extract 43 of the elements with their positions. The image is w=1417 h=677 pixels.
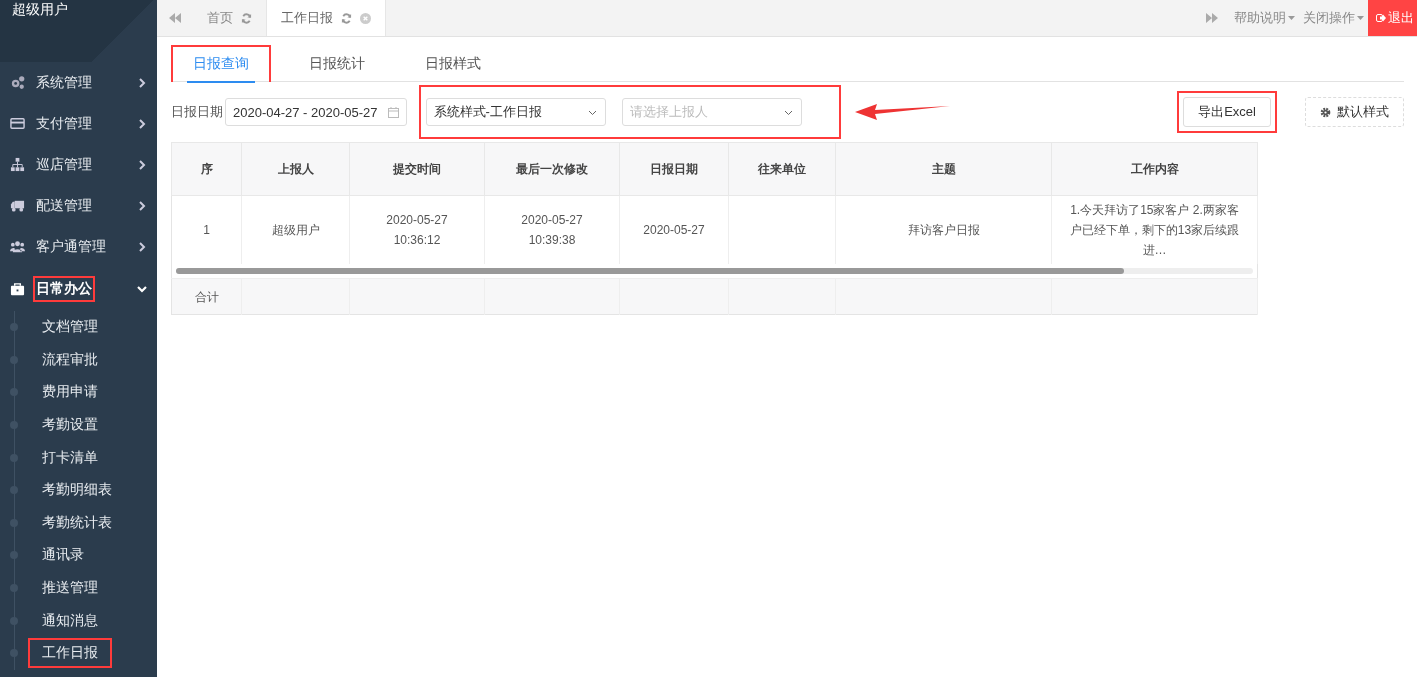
table-cell: 2020-05-27 10:39:38 [521,213,583,247]
default-style-button[interactable]: 默认样式 [1305,97,1404,127]
table-cell: 2020-05-27 [643,223,705,237]
user-name: 超级用户 [12,1,68,19]
submenu-item[interactable]: 考勤设置 [0,408,157,442]
sidebar-item[interactable]: 客户通管理 [0,226,157,267]
submenu-item[interactable]: 工作日报 [0,636,157,670]
column-header[interactable]: 序 [171,142,242,196]
column-header[interactable]: 最后一次修改 [484,142,620,196]
table-cell: 超级用户 [271,223,320,237]
submenu-item[interactable]: 流程审批 [0,343,157,377]
sub-tab[interactable]: 日报查询 [171,45,271,82]
column-header[interactable]: 主题 [835,142,1052,196]
submenu-item[interactable]: 考勤统计表 [0,506,157,540]
page-tab[interactable]: 工作日报 [267,0,386,36]
sub-tab[interactable]: 日报样式 [403,45,503,82]
sidebar-item[interactable]: 支付管理 [0,103,157,144]
submenu-item[interactable]: 文档管理 [0,311,157,344]
date-label: 日报日期 [171,103,223,121]
table-cell: 1 [203,223,210,237]
sidebar-item[interactable]: 巡店管理 [0,144,157,185]
table-cell: 2020-05-27 10:36:12 [386,213,448,247]
submenu-item[interactable]: 打卡清单 [0,441,157,474]
date-range-field[interactable]: 2020-04-27 - 2020-05-27 [225,98,407,126]
submenu-item[interactable]: 通知消息 [0,604,157,637]
sidebar-item[interactable]: 配送管理 [0,185,157,226]
column-header[interactable]: 往来单位 [728,142,836,196]
sidebar-item[interactable]: 系统管理 [0,62,157,103]
submenu-item[interactable]: 推送管理 [0,571,157,605]
column-header[interactable]: 提交时间 [349,142,485,196]
table-cell: 1.今天拜访了15家客户 2.两家客户已经下单，剩下的13家后续跟进… [1069,203,1240,257]
column-header[interactable]: 工作内容 [1051,142,1258,196]
sidebar-item[interactable]: 日常办公 [0,267,157,311]
column-header[interactable]: 上报人 [241,142,350,196]
table-cell: 合计 [194,289,219,304]
sub-tab[interactable]: 日报统计 [287,45,387,82]
column-header[interactable]: 日报日期 [619,142,729,196]
style-select[interactable]: 系统样式-工作日报 [425,98,606,126]
submenu-item[interactable]: 考勤明细表 [0,473,157,507]
submenu-item[interactable]: 费用申请 [0,376,157,409]
table-cell: 拜访客户日报 [907,223,980,237]
submenu-item[interactable]: 通讯录 [0,539,157,572]
export-button[interactable]: 导出Excel [1183,97,1271,127]
